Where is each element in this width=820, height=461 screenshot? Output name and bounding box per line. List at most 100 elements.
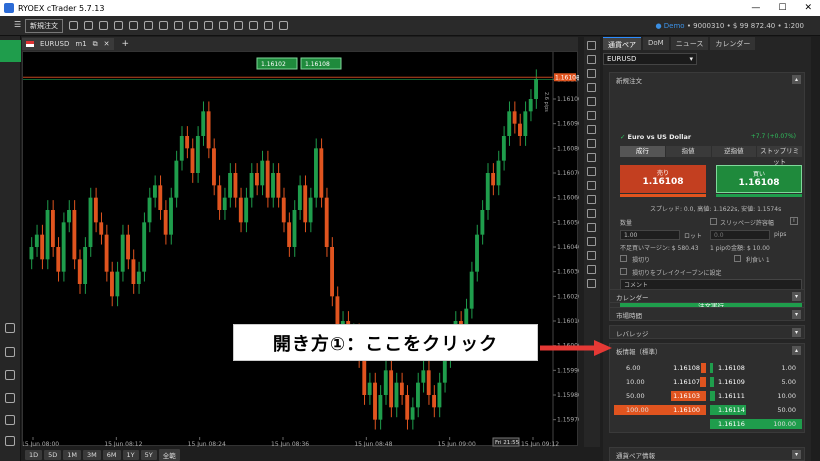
zoom-out-icon[interactable] [129, 21, 138, 30]
lock-tool-icon[interactable] [587, 251, 596, 260]
brush-tool-icon[interactable] [587, 223, 596, 232]
account-info[interactable]: ● Demo • 9000310 • $ 99 872.40 • 1:200 [655, 22, 804, 30]
takeprofit-checkbox[interactable] [734, 255, 741, 262]
timeframe-7[interactable]: 全範 [158, 448, 180, 461]
timeframe-4[interactable]: 6M [102, 449, 121, 460]
panel-tab-0[interactable]: 通貨ペア [603, 37, 641, 50]
ellipse-tool-icon[interactable] [587, 167, 596, 176]
new-order-button[interactable]: 新規注文 [25, 18, 63, 33]
detach-chart-icon[interactable]: ⧉ [93, 40, 98, 49]
stoploss-checkbox[interactable] [620, 255, 627, 262]
sync-icon[interactable] [264, 21, 273, 30]
trade-app-button[interactable] [0, 40, 21, 62]
dom-ask-row[interactable]: 1.16111 10.00 [710, 391, 802, 401]
gear-icon[interactable] [5, 436, 15, 446]
chart-type-icon[interactable] [84, 21, 93, 30]
detach-icon[interactable] [219, 21, 228, 30]
link-icon[interactable] [249, 21, 258, 30]
timeframe-2[interactable]: 1M [63, 449, 82, 460]
share-icon[interactable] [189, 21, 198, 30]
sell-button[interactable]: 売り 1.16108 [620, 165, 706, 193]
buy-button[interactable]: 買い 1.16108 [716, 165, 802, 193]
camera-tool-icon[interactable] [587, 237, 596, 246]
timeframe-6[interactable]: 5Y [140, 449, 157, 460]
dom-ask-row[interactable]: 1.16108 1.00 [710, 363, 802, 373]
dom-bid-row[interactable]: 10.00 1.16107 [614, 377, 706, 387]
info-icon[interactable]: i [790, 217, 798, 225]
minimize-button[interactable]: — [751, 3, 760, 13]
slippage-input[interactable]: 0.0 [710, 230, 770, 240]
quantity-input[interactable]: 1.00 [620, 230, 680, 240]
collapsed-section-0[interactable]: カレンダー ▾ [609, 289, 805, 303]
dom-bid-qty: 100.00 [626, 406, 649, 414]
triangle-tool-icon[interactable] [587, 195, 596, 204]
chart-tab-eurusd[interactable]: EURUSD m1 ⧉ ✕ [22, 38, 114, 50]
candlestick-chart[interactable]: 1.16108 1.16100 1.16090 1.16080 1.16070 1.160… [23, 52, 579, 447]
cursor-tool-icon[interactable] [587, 41, 596, 50]
pencil-tool-icon[interactable] [587, 125, 596, 134]
breakeven-checkbox[interactable] [620, 268, 627, 275]
order-type-tab-1[interactable]: 指値 [665, 146, 711, 157]
candle-body [136, 271, 141, 284]
timeframe-5[interactable]: 1Y [122, 449, 139, 460]
rectangle-tool-icon[interactable] [587, 181, 596, 190]
dom-bid-row[interactable]: 50.00 1.16103 [614, 391, 706, 401]
slippage-checkbox[interactable] [710, 218, 717, 225]
price-tick-label: 1.15980 [557, 392, 579, 399]
fullscreen-icon[interactable] [234, 21, 243, 30]
wallet-icon[interactable] [5, 347, 15, 357]
price-chart[interactable]: 1.16108 1.16100 1.16090 1.16080 1.16070 1.160… [22, 51, 579, 447]
dom-ask-row[interactable]: 1.16116 100.00 [710, 419, 802, 429]
text-tool-icon[interactable] [587, 209, 596, 218]
order-type-tab-0[interactable]: 成行 [620, 146, 665, 157]
collapse-dom-icon[interactable]: ▴ [792, 346, 801, 355]
panel-tab-1[interactable]: DoM [643, 37, 669, 50]
close-button[interactable]: ✕ [804, 3, 812, 13]
timeframe-1[interactable]: 5D [44, 449, 62, 460]
horizontal-line-tool-icon[interactable] [587, 83, 596, 92]
trash-tool-icon[interactable] [587, 279, 596, 288]
copy-icon[interactable] [5, 323, 15, 333]
symbol-select[interactable]: EURUSD ▾ [603, 53, 697, 65]
vertical-line-tool-icon[interactable] [587, 97, 596, 106]
template-icon[interactable] [159, 21, 168, 30]
symbol-link-icon[interactable] [279, 21, 288, 30]
layout-icon[interactable] [69, 21, 78, 30]
dom-bid-row[interactable]: 6.00 1.16108 [614, 363, 706, 373]
order-type-tab-3[interactable]: ストップリミット [757, 146, 802, 166]
zoom-in-icon[interactable] [114, 21, 123, 30]
settings-icon[interactable] [204, 21, 213, 30]
menu-icon[interactable]: ☰ [14, 20, 21, 29]
dom-ask-price: 1.16109 [718, 378, 745, 386]
crosshair-tool-icon[interactable] [587, 55, 596, 64]
timeframe-0[interactable]: 1D [25, 449, 43, 460]
collapsed-section-2[interactable]: レバレッジ ▾ [609, 325, 805, 339]
news-icon[interactable] [5, 415, 15, 425]
expand-symbol-info-icon[interactable]: ▾ [792, 450, 801, 459]
chevron-down-icon[interactable]: ▾ [792, 328, 801, 337]
add-chart-button[interactable]: + [122, 39, 130, 49]
screenshot-icon[interactable] [174, 21, 183, 30]
panel-tab-2[interactable]: ニュース [670, 37, 709, 50]
close-tab-icon[interactable]: ✕ [104, 40, 110, 48]
crosshair-icon[interactable] [144, 21, 153, 30]
eye-tool-icon[interactable] [587, 265, 596, 274]
collapse-icon[interactable]: ▴ [792, 75, 801, 84]
analytics-icon[interactable] [5, 393, 15, 403]
dom-ask-row[interactable]: 1.16109 5.00 [710, 377, 802, 387]
indicators-icon[interactable] [99, 21, 108, 30]
order-type-tab-2[interactable]: 逆指値 [711, 146, 757, 157]
fibonacci-tool-icon[interactable] [587, 139, 596, 148]
ray-tool-icon[interactable] [587, 111, 596, 120]
panel-tab-3[interactable]: カレンダー [710, 37, 756, 50]
trendline-tool-icon[interactable] [587, 69, 596, 78]
dom-bid-row[interactable]: 100.00 1.16100 [614, 405, 706, 415]
maximize-button[interactable]: ☐ [778, 3, 786, 13]
collapsed-section-1[interactable]: 市場時間 ▾ [609, 307, 805, 321]
chevron-down-icon[interactable]: ▾ [792, 292, 801, 301]
search-icon[interactable] [5, 370, 15, 380]
pitchfork-tool-icon[interactable] [587, 153, 596, 162]
chevron-down-icon[interactable]: ▾ [792, 310, 801, 319]
dom-ask-row[interactable]: 1.16114 50.00 [710, 405, 802, 415]
timeframe-3[interactable]: 3M [83, 449, 101, 460]
